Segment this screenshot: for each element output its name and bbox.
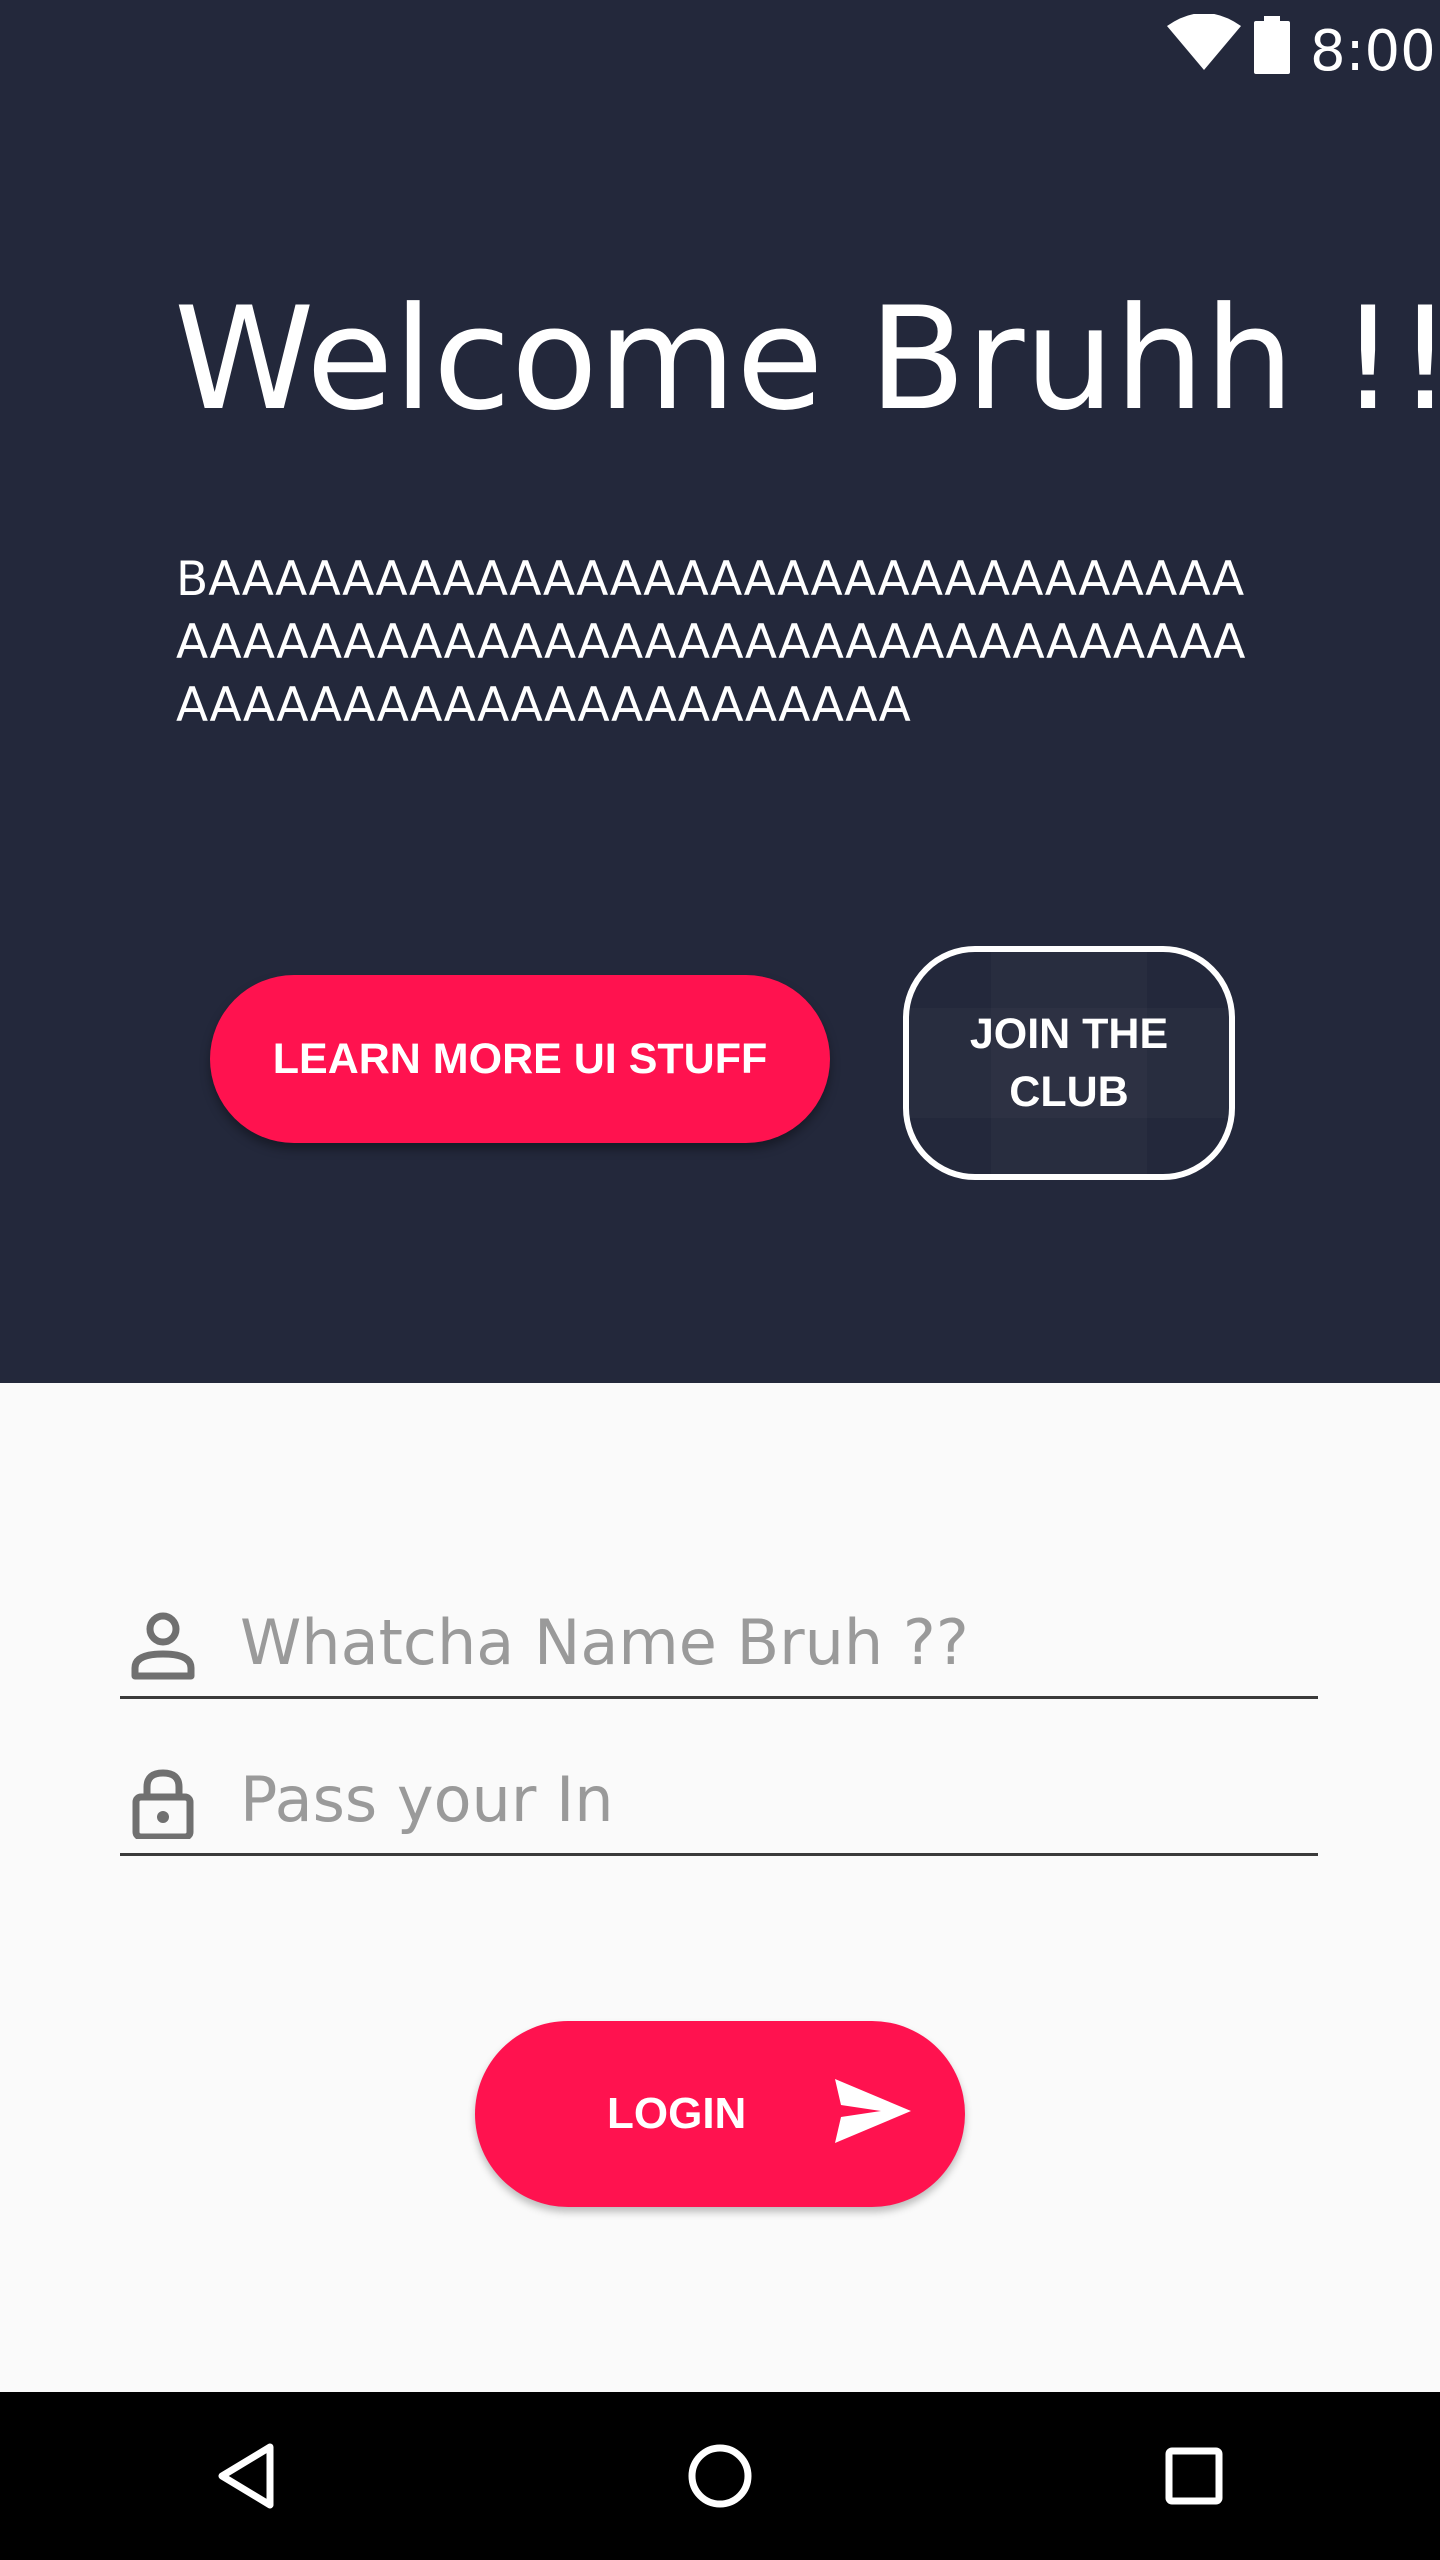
welcome-body-text: BAAAAAAAAAAAAAAAAAAAAAAAAAAAAAAAAAAAAAAA… <box>176 552 1246 733</box>
battery-icon <box>1254 16 1290 74</box>
name-field[interactable] <box>120 1586 1318 1699</box>
password-field[interactable] <box>120 1743 1318 1856</box>
recents-button[interactable] <box>1094 2392 1294 2560</box>
wifi-icon <box>1167 14 1241 70</box>
person-icon <box>131 1612 195 1680</box>
learn-more-label: LEARN MORE UI STUFF <box>272 1034 768 1083</box>
send-icon <box>835 2079 911 2143</box>
status-time: 8:00 <box>1310 19 1436 84</box>
login-label: LOGIN <box>607 2089 747 2138</box>
status-bar: 8:00 <box>0 0 1440 100</box>
home-button[interactable] <box>620 2392 820 2560</box>
join-club-label: JOIN THE CLUB <box>969 1010 1169 1116</box>
password-input[interactable] <box>240 1753 1300 1845</box>
login-button[interactable]: LOGIN <box>475 2021 965 2207</box>
home-circle-icon <box>688 2444 752 2508</box>
welcome-title: Welcome Bruhh !! <box>174 277 1440 442</box>
back-triangle-icon <box>218 2443 274 2509</box>
join-club-button[interactable]: JOIN THE CLUB <box>903 946 1235 1180</box>
lock-icon <box>132 1769 194 1839</box>
recents-square-icon <box>1165 2447 1223 2505</box>
navigation-bar <box>0 2392 1440 2560</box>
learn-more-button[interactable]: LEARN MORE UI STUFF <box>210 975 830 1143</box>
back-button[interactable] <box>146 2392 346 2560</box>
name-input[interactable] <box>240 1596 1300 1688</box>
hero-section: 8:00 Welcome Bruhh !! BAAAAAAAAAAAAAAAAA… <box>0 0 1440 1383</box>
